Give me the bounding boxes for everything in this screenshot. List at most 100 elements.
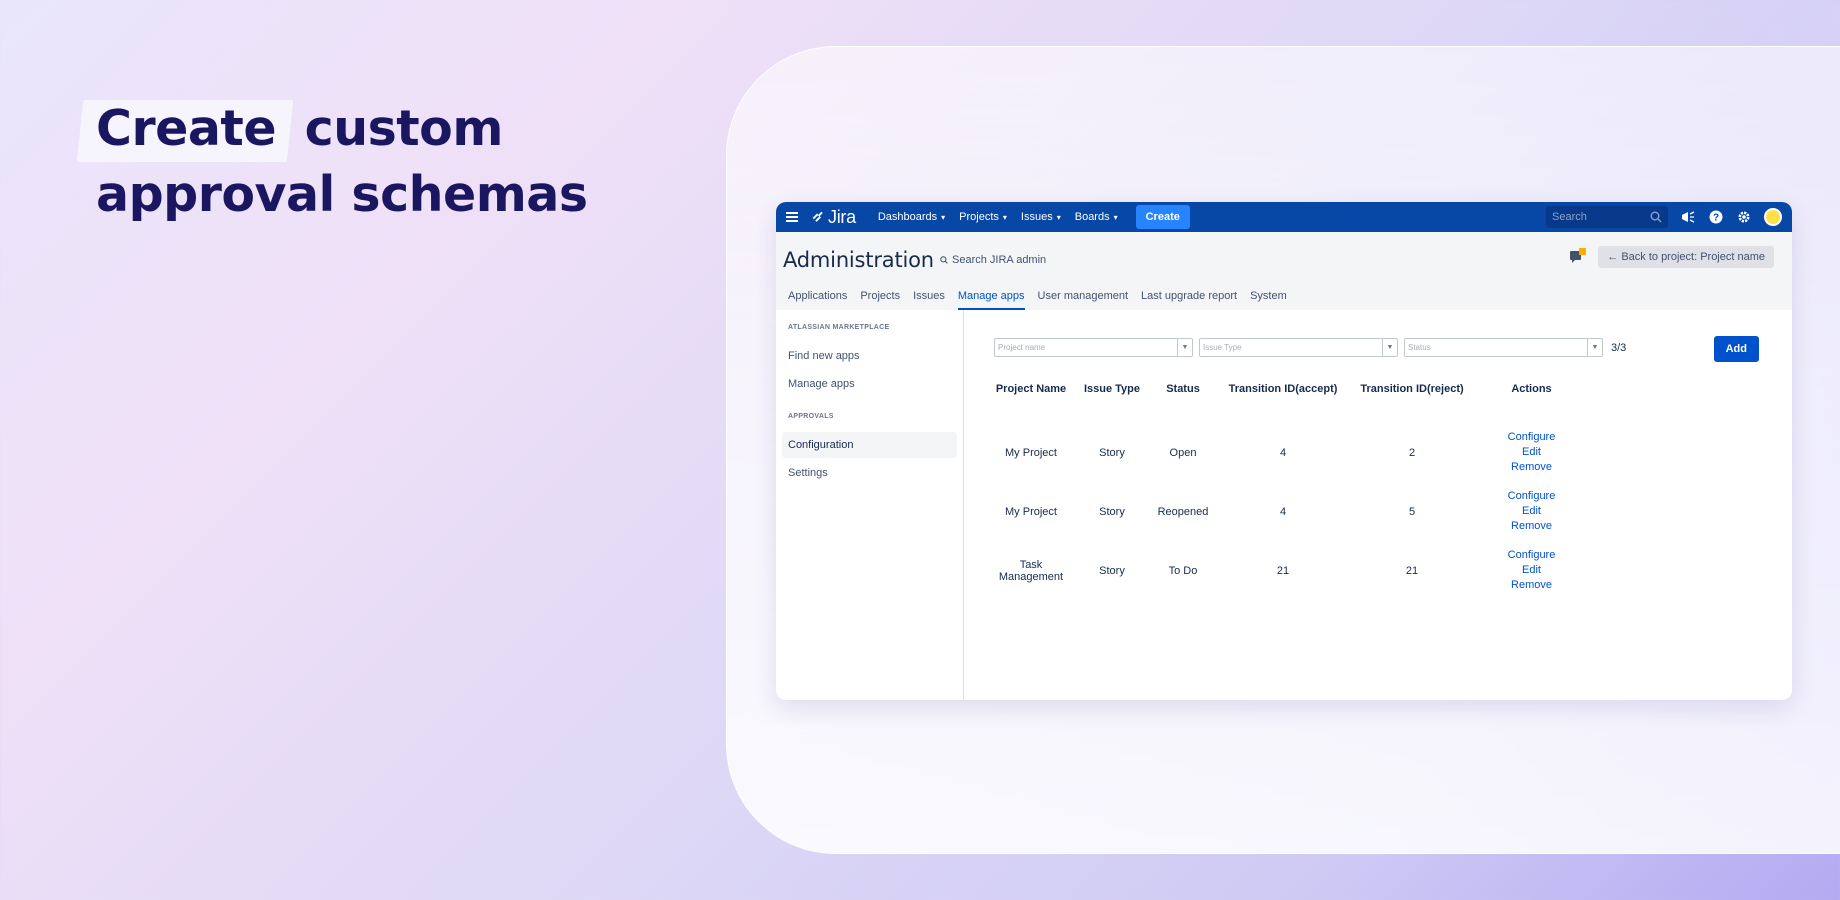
tab-issues[interactable]: Issues <box>913 290 945 310</box>
column-header-transition-reject: Transition ID(reject) <box>1360 383 1464 395</box>
cell-transition-reject: 21 <box>1405 564 1419 577</box>
sidebar: ATLASSIAN MARKETPLACE Find new apps Mana… <box>776 310 964 700</box>
column-header-project-name: Project Name <box>995 383 1067 395</box>
notifications-icon[interactable] <box>1680 209 1696 225</box>
chevron-down-icon: ▼ <box>1382 339 1397 356</box>
project-name-select[interactable]: Project name ▼ <box>994 338 1193 357</box>
cell-actions: Configure Edit Remove <box>1468 541 1595 600</box>
table-row: Task Management Story To Do 21 21 Config… <box>994 541 1595 600</box>
result-count: 3/3 <box>1611 341 1627 354</box>
hero-heading: Create custom approval schemas <box>96 96 588 228</box>
jira-window: Jira Dashboards ▾ Projects ▾ Issues ▾ Board… <box>776 202 1792 700</box>
main-content: Project name ▼ Issue Type ▼ Status ▼ 3/3 Ad… <box>964 310 1792 700</box>
project-name-placeholder: Project name <box>998 343 1046 352</box>
svg-text:?: ? <box>1713 213 1719 224</box>
chevron-down-icon: ▾ <box>941 212 946 222</box>
table-row: My Project Story Reopened 4 5 Configure … <box>994 482 1595 541</box>
sidebar-item-find-new-apps[interactable]: Find new apps <box>782 343 957 369</box>
nav-dashboards-label: Dashboards <box>877 211 938 223</box>
gear-icon[interactable] <box>1736 209 1752 225</box>
cell-transition-accept: 21 <box>1276 564 1290 577</box>
filter-bar: Project name ▼ Issue Type ▼ Status ▼ 3/3 <box>994 338 1762 357</box>
tab-system[interactable]: System <box>1250 290 1287 310</box>
cell-project-name: My Project <box>1005 505 1057 518</box>
sidebar-item-manage-apps[interactable]: Manage apps <box>782 371 957 397</box>
nav-dashboards[interactable]: Dashboards ▾ <box>878 211 945 223</box>
sidebar-item-settings[interactable]: Settings <box>782 460 957 486</box>
nav-issues-label: Issues <box>1020 211 1053 223</box>
chevron-down-icon: ▼ <box>1587 339 1602 356</box>
cell-project-name: My Project <box>1005 446 1057 459</box>
hero-line-1: Create custom <box>96 96 588 162</box>
column-header-actions: Actions <box>1511 383 1552 395</box>
search-icon <box>940 256 948 264</box>
nav-boards[interactable]: Boards ▾ <box>1075 211 1118 223</box>
admin-search-label: Search JIRA admin <box>952 254 1047 266</box>
cell-actions: Configure Edit Remove <box>1468 482 1595 541</box>
cell-transition-accept: 4 <box>1279 446 1287 459</box>
jira-logo[interactable]: Jira <box>810 207 856 228</box>
cell-actions: Configure Edit Remove <box>1468 423 1595 482</box>
cell-status: To Do <box>1168 564 1198 577</box>
status-placeholder: Status <box>1408 343 1431 352</box>
cell-transition-accept: 4 <box>1279 505 1287 518</box>
feedback-icon[interactable] <box>1570 248 1586 264</box>
tab-user-management[interactable]: User management <box>1038 290 1129 310</box>
nav-boards-label: Boards <box>1074 211 1110 223</box>
global-search-placeholder: Search <box>1552 211 1587 223</box>
cell-issue-type: Story <box>1099 446 1125 459</box>
jira-logo-icon <box>812 211 823 222</box>
hero-line-1-rest: custom <box>288 100 504 157</box>
chevron-down-icon: ▾ <box>1002 212 1007 222</box>
menu-icon[interactable] <box>786 210 798 224</box>
tab-applications[interactable]: Applications <box>788 290 847 310</box>
hero-line-2: approval schemas <box>96 166 588 223</box>
nav-projects-label: Projects <box>959 211 999 223</box>
remove-link[interactable]: Remove <box>1468 460 1595 475</box>
jira-logo-text: Jira <box>828 206 856 227</box>
column-header-status: Status <box>1166 383 1200 395</box>
tab-projects[interactable]: Projects <box>860 290 900 310</box>
cell-status: Open <box>1169 446 1197 459</box>
admin-header: Administration Search JIRA admin ← Back … <box>776 232 1792 310</box>
configure-link[interactable]: Configure <box>1468 548 1595 563</box>
cell-project-name: Task Management <box>998 558 1064 583</box>
cell-issue-type: Story <box>1099 505 1125 518</box>
global-search-input[interactable]: Search <box>1546 206 1668 228</box>
configure-link[interactable]: Configure <box>1468 489 1595 504</box>
remove-link[interactable]: Remove <box>1468 519 1595 534</box>
chevron-down-icon: ▾ <box>1056 212 1061 222</box>
back-to-project-button[interactable]: ← Back to project: Project name <box>1598 246 1774 268</box>
admin-search[interactable]: Search JIRA admin <box>940 254 1046 266</box>
column-header-transition-accept: Transition ID(accept) <box>1228 383 1338 395</box>
issue-type-select[interactable]: Issue Type ▼ <box>1199 338 1398 357</box>
chevron-down-icon: ▼ <box>1177 339 1192 356</box>
tab-manage-apps[interactable]: Manage apps <box>957 290 1025 310</box>
nav-projects[interactable]: Projects ▾ <box>959 211 1007 223</box>
sidebar-item-configuration[interactable]: Configuration <box>782 432 957 458</box>
status-select[interactable]: Status ▼ <box>1404 338 1603 357</box>
top-navigation: Jira Dashboards ▾ Projects ▾ Issues ▾ Board… <box>776 202 1792 232</box>
search-icon <box>1650 211 1662 223</box>
hero-highlight: Create <box>96 96 288 162</box>
edit-link[interactable]: Edit <box>1468 504 1595 519</box>
table-header-row: Project Name Issue Type Status Transitio… <box>994 383 1595 423</box>
page-title: Administration <box>783 248 934 272</box>
remove-link[interactable]: Remove <box>1468 578 1595 593</box>
add-button[interactable]: Add <box>1713 336 1759 362</box>
sidebar-section-marketplace: ATLASSIAN MARKETPLACE <box>788 324 890 331</box>
tab-last-upgrade-report[interactable]: Last upgrade report <box>1141 290 1237 310</box>
chevron-down-icon: ▾ <box>1113 212 1118 222</box>
nav-right-group: Search ? <box>1546 206 1782 228</box>
column-header-issue-type: Issue Type <box>1083 383 1141 395</box>
nav-issues[interactable]: Issues ▾ <box>1021 211 1061 223</box>
cell-status: Reopened <box>1157 505 1209 518</box>
edit-link[interactable]: Edit <box>1468 445 1595 460</box>
edit-link[interactable]: Edit <box>1468 563 1595 578</box>
create-button[interactable]: Create <box>1135 205 1190 229</box>
help-icon[interactable]: ? <box>1708 209 1724 225</box>
cell-transition-reject: 5 <box>1408 505 1416 518</box>
avatar[interactable] <box>1764 208 1782 226</box>
table-row: My Project Story Open 4 2 Configure Edit… <box>994 423 1595 482</box>
configure-link[interactable]: Configure <box>1468 430 1595 445</box>
